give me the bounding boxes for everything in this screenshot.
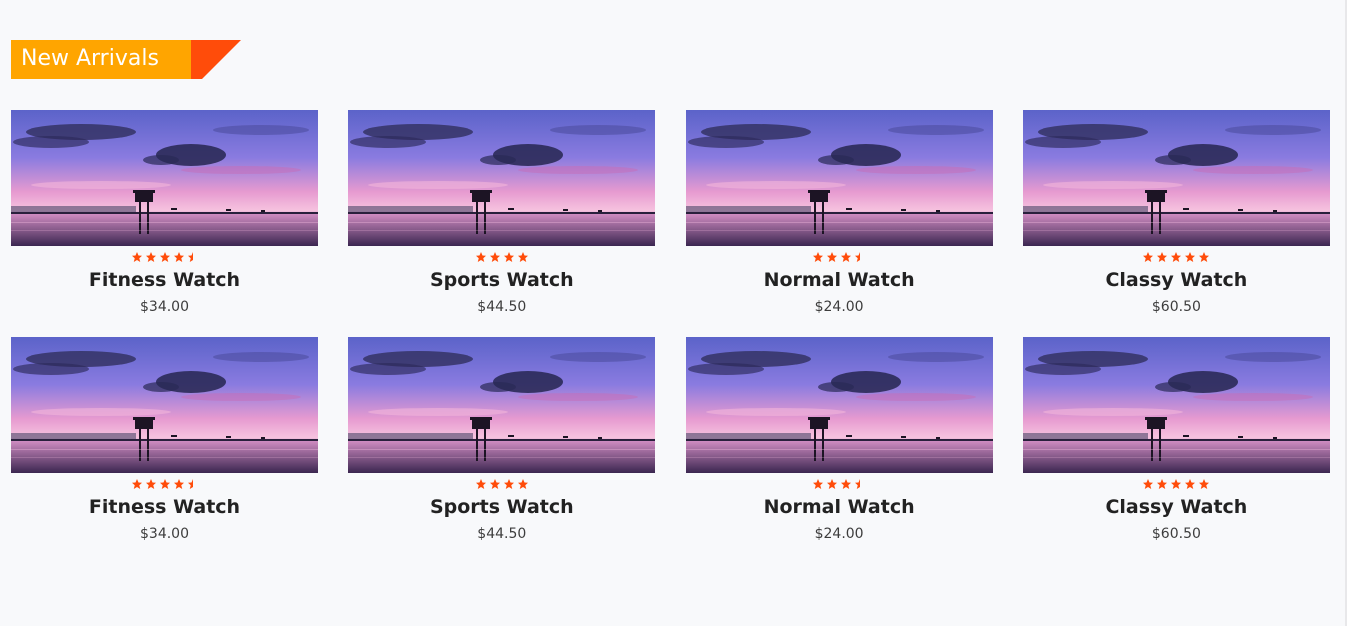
product-image[interactable]	[685, 337, 993, 473]
product-image[interactable]	[348, 110, 656, 246]
product-name[interactable]: Sports Watch	[348, 268, 655, 292]
section-flag-accent	[191, 40, 241, 79]
product-card[interactable]: Classy Watch $60.50	[1022, 110, 1330, 324]
star-full-icon	[131, 252, 142, 262]
star-full-icon	[827, 479, 838, 489]
product-name[interactable]: Normal Watch	[686, 268, 993, 292]
star-full-icon	[503, 252, 514, 262]
star-full-icon	[813, 252, 824, 262]
star-full-icon	[813, 479, 824, 489]
product-rating	[348, 478, 655, 493]
star-full-icon	[131, 479, 142, 489]
star-full-icon	[841, 252, 852, 262]
product-card[interactable]: Classy Watch $60.50	[1022, 337, 1330, 551]
product-rating	[1023, 478, 1330, 493]
star-full-icon	[489, 479, 500, 489]
sunset-seascape-image-icon	[348, 337, 656, 473]
section-header: New Arrivals	[11, 40, 241, 79]
star-half-icon	[187, 252, 193, 262]
star-full-icon	[173, 252, 184, 262]
star-half-icon	[855, 479, 861, 489]
product-image[interactable]	[1022, 337, 1330, 473]
product-price: $44.50	[477, 526, 527, 542]
product-rating	[11, 251, 318, 266]
sunset-seascape-image-icon	[685, 337, 993, 473]
product-image[interactable]	[11, 337, 318, 473]
product-price: $60.50	[1151, 299, 1201, 315]
star-full-icon	[827, 252, 838, 262]
star-half-icon	[855, 252, 861, 262]
star-full-icon	[1199, 252, 1210, 262]
product-image[interactable]	[1022, 110, 1330, 246]
product-price: $34.00	[140, 526, 189, 542]
star-full-icon	[1171, 479, 1182, 489]
product-price: $24.00	[814, 526, 864, 542]
product-card[interactable]: Normal Watch $24.00	[685, 337, 993, 551]
product-name[interactable]: Normal Watch	[686, 495, 993, 519]
product-card[interactable]: Sports Watch $44.50	[348, 110, 656, 324]
product-price: $24.00	[814, 299, 864, 315]
star-full-icon	[1185, 252, 1196, 262]
product-price: $34.00	[140, 299, 189, 315]
star-full-icon	[1143, 252, 1154, 262]
page: New Arrivals Fitness Watch $34.00 Sports…	[0, 0, 1347, 626]
star-full-icon	[475, 252, 486, 262]
sunset-seascape-image-icon	[11, 110, 318, 246]
product-image[interactable]	[11, 110, 318, 246]
sunset-seascape-image-icon	[11, 337, 318, 473]
star-full-icon	[841, 479, 852, 489]
star-full-icon	[1157, 252, 1168, 262]
star-full-icon	[517, 252, 528, 262]
section-title: New Arrivals	[21, 46, 159, 71]
product-grid: Fitness Watch $34.00 Sports Watch $44.50…	[11, 110, 1331, 551]
star-full-icon	[159, 479, 170, 489]
sunset-seascape-image-icon	[348, 110, 656, 246]
product-rating	[348, 251, 655, 266]
star-full-icon	[145, 479, 156, 489]
sunset-seascape-image-icon	[1022, 110, 1330, 246]
product-rating	[1023, 251, 1330, 266]
product-card[interactable]: Fitness Watch $34.00	[11, 110, 318, 324]
product-name[interactable]: Classy Watch	[1023, 495, 1330, 519]
star-full-icon	[1185, 479, 1196, 489]
product-card[interactable]: Normal Watch $24.00	[685, 110, 993, 324]
product-card[interactable]: Sports Watch $44.50	[348, 337, 656, 551]
product-price: $60.50	[1151, 526, 1201, 542]
sunset-seascape-image-icon	[685, 110, 993, 246]
product-image[interactable]	[685, 110, 993, 246]
product-rating	[11, 478, 318, 493]
star-full-icon	[1199, 479, 1210, 489]
sunset-seascape-image-icon	[1022, 337, 1330, 473]
star-full-icon	[1157, 479, 1168, 489]
star-full-icon	[145, 252, 156, 262]
product-rating	[686, 478, 993, 493]
product-name[interactable]: Fitness Watch	[11, 495, 318, 519]
product-name[interactable]: Classy Watch	[1023, 268, 1330, 292]
star-full-icon	[159, 252, 170, 262]
star-full-icon	[475, 479, 486, 489]
star-full-icon	[1143, 479, 1154, 489]
product-rating	[686, 251, 993, 266]
product-name[interactable]: Fitness Watch	[11, 268, 318, 292]
product-card[interactable]: Fitness Watch $34.00	[11, 337, 318, 551]
product-image[interactable]	[348, 337, 656, 473]
star-full-icon	[1171, 252, 1182, 262]
product-price: $44.50	[477, 299, 527, 315]
star-half-icon	[187, 479, 193, 489]
product-name[interactable]: Sports Watch	[348, 495, 655, 519]
star-full-icon	[503, 479, 514, 489]
star-full-icon	[489, 252, 500, 262]
star-full-icon	[173, 479, 184, 489]
star-full-icon	[517, 479, 528, 489]
